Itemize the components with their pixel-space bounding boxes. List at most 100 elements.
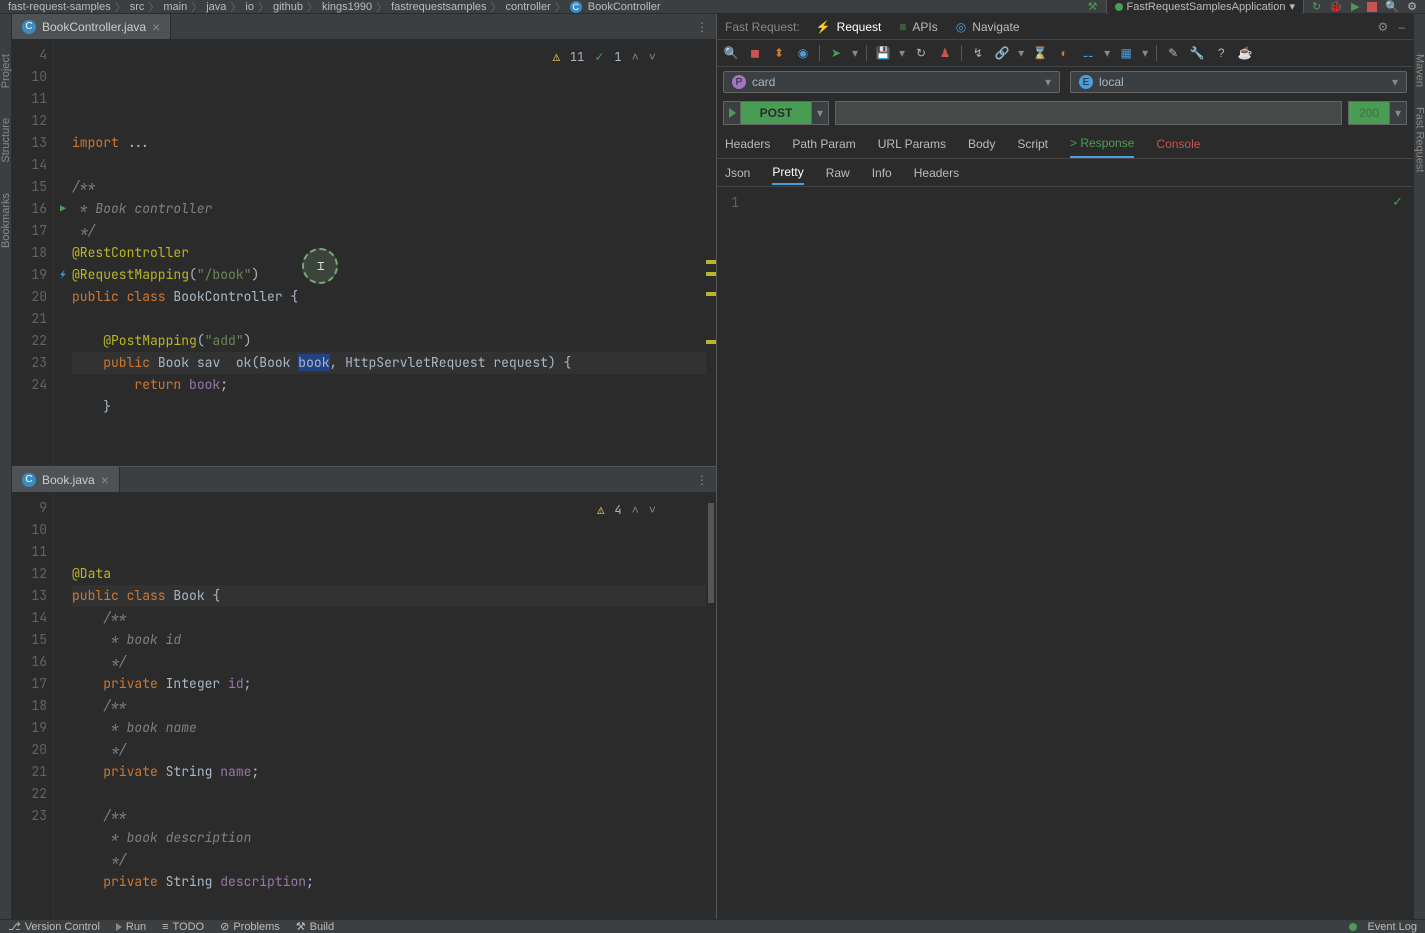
method-chevron[interactable]: ▾ [811,101,829,125]
breadcrumb-item[interactable]: github [273,1,303,13]
chevron-down-icon[interactable]: ▾ [899,46,905,60]
settings-icon[interactable]: ⚙ [1407,0,1417,13]
top-tab-navigate[interactable]: ◎ Navigate [956,20,1020,34]
search-icon[interactable]: 🔍 [1385,0,1399,13]
breadcrumb-item[interactable]: BookController [588,1,661,13]
minimize-icon[interactable]: – [1398,20,1405,34]
next-highlight-icon[interactable]: ˅ [649,46,656,68]
code-area[interactable]: ⚠ 11 ✓ 1 ˄ ˅ Ꮖ import ... /** * Book con… [72,40,706,466]
plugin-title: Fast Request: [725,20,800,34]
url-input[interactable] [835,101,1342,125]
left-tab-project[interactable]: Project [0,54,12,88]
position-icon[interactable]: ⬍ [771,45,787,61]
editor-scrollbar[interactable] [706,493,716,919]
debug-icon[interactable]: 🐞 [1329,0,1343,13]
clear-icon[interactable]: ♟ [937,45,953,61]
link-icon[interactable]: 🔗 [994,45,1010,61]
inspection-badge[interactable]: ⚠ 4 ˄ ˅ [597,499,656,521]
stop-icon[interactable] [1367,2,1377,12]
status-chevron[interactable]: ▾ [1389,101,1407,125]
request-tab-headers[interactable]: Headers [725,131,770,157]
bottom-run[interactable]: Run [116,920,146,933]
left-tab-structure[interactable]: Structure [0,118,12,163]
breadcrumb-item[interactable]: main [163,1,187,13]
right-tab-maven[interactable]: Maven [1414,54,1425,87]
response-subtab-headers[interactable]: Headers [914,162,959,184]
request-tab-response[interactable]: > Response [1070,130,1134,158]
coffee-icon[interactable]: ☕ [1237,45,1253,61]
request-tab-urlparams[interactable]: URL Params [878,131,946,157]
chevron-down-icon[interactable]: ▾ [1018,46,1024,60]
close-icon[interactable]: × [152,19,160,35]
method-select[interactable]: POST [740,101,812,125]
send-icon[interactable]: ➤ [828,45,844,61]
breadcrumb-item[interactable]: controller [506,1,551,13]
stopwatch-icon[interactable]: ◐ [1056,45,1072,61]
breadcrumb-item[interactable]: java [206,1,226,13]
top-tab-apis[interactable]: ≡ APIs [899,20,937,34]
layout-icon[interactable]: ▦ [1118,45,1134,61]
request-tab-console[interactable]: Console [1156,131,1200,157]
share-icon[interactable]: ⚋ [1080,45,1096,61]
run-with-coverage-icon[interactable]: ▶ [1351,0,1359,13]
event-log-button[interactable]: Event Log [1367,921,1417,933]
prev-highlight-icon[interactable]: ˄ [632,46,639,68]
next-highlight-icon[interactable]: ˅ [649,499,656,521]
bottom-todo[interactable]: ≡ TODO [162,920,204,933]
wrench-icon[interactable]: 🔧 [1189,45,1205,61]
inspection-badge[interactable]: ⚠ 11 ✓ 1 ˄ ˅ [553,46,656,68]
editor1-body[interactable]: 4101112131415161718192021222324 ▶ ⚡ ⚠ 11 … [12,40,716,466]
editor-scrollbar[interactable] [706,40,716,466]
response-subtab-info[interactable]: Info [872,162,892,184]
run-config-dropdown[interactable]: FastRequestSamplesApplication ▾ [1106,0,1305,15]
breadcrumb-item[interactable]: src [130,1,145,13]
right-tool-gutter: Maven Fast Request [1413,14,1425,919]
bottom-version-control[interactable]: ⎇ Version Control [8,920,100,933]
search-icon[interactable]: 🔍 [723,45,739,61]
right-tab-fast-request[interactable]: Fast Request [1414,107,1425,172]
editor-tab-bookcontroller[interactable]: C BookController.java × [12,14,171,39]
breadcrumb-item[interactable]: fastrequestsamples [391,1,486,13]
request-tab-pathparam[interactable]: Path Param [792,131,855,157]
run-gutter-icon[interactable]: ▶ [60,198,66,220]
breadcrumb-item[interactable]: kings1990 [322,1,372,13]
bottom-build[interactable]: ⚒ Build [296,920,334,933]
tab-label: Request [837,20,882,34]
chevron-down-icon[interactable]: ▾ [1142,46,1148,60]
record-icon[interactable]: ◉ [795,45,811,61]
check-count: 1 [614,46,621,68]
gear-icon[interactable]: ⚙ [1378,20,1389,34]
bottom-problems[interactable]: ⊘ Problems [220,920,280,933]
response-subtab-raw[interactable]: Raw [826,162,850,184]
line-numbers: 4101112131415161718192021222324 [12,40,54,466]
response-subtab-json[interactable]: Json [725,162,750,184]
editor2-body[interactable]: 91011121314151617181920212223 ⚠ 4 ˄ ˅ @D… [12,493,716,919]
left-tab-bookmarks[interactable]: Bookmarks [0,193,12,248]
response-subtab-pretty[interactable]: Pretty [772,161,803,185]
chevron-right-icon: 〉 [491,0,502,15]
code-area[interactable]: ⚠ 4 ˄ ˅ @Datapublic class Book { /** * b… [72,493,706,919]
project-select[interactable]: P card ▾ [723,71,1060,93]
top-tab-request[interactable]: ⚡ Request [816,20,882,34]
response-body[interactable]: 1 ✓ [717,187,1413,919]
breadcrumb-item[interactable]: fast-request-samples [8,1,111,13]
curl-icon[interactable]: ↯ [970,45,986,61]
save-icon[interactable]: 💾 [875,45,891,61]
send-button[interactable] [723,101,741,125]
request-tab-body[interactable]: Body [968,131,995,157]
refresh-icon[interactable]: ↻ [913,45,929,61]
stop-icon[interactable]: ◼ [747,45,763,61]
request-tab-script[interactable]: Script [1017,131,1048,157]
tab-options-icon[interactable]: ⋮ [688,20,716,34]
api-gutter-icon[interactable]: ⚡ [60,264,66,286]
magic-icon[interactable]: ✎ [1165,45,1181,61]
help-icon[interactable]: ? [1213,45,1229,61]
chevron-down-icon[interactable]: ▾ [852,46,858,60]
breadcrumb-item[interactable]: io [245,1,254,13]
hourglass-icon[interactable]: ⌛ [1032,45,1048,61]
rerun-icon[interactable]: ↻ [1312,0,1321,13]
env-select[interactable]: E local ▾ [1070,71,1407,93]
build-icon[interactable]: ⚒ [1088,0,1098,13]
chevron-down-icon[interactable]: ▾ [1104,46,1110,60]
prev-highlight-icon[interactable]: ˄ [632,499,639,521]
